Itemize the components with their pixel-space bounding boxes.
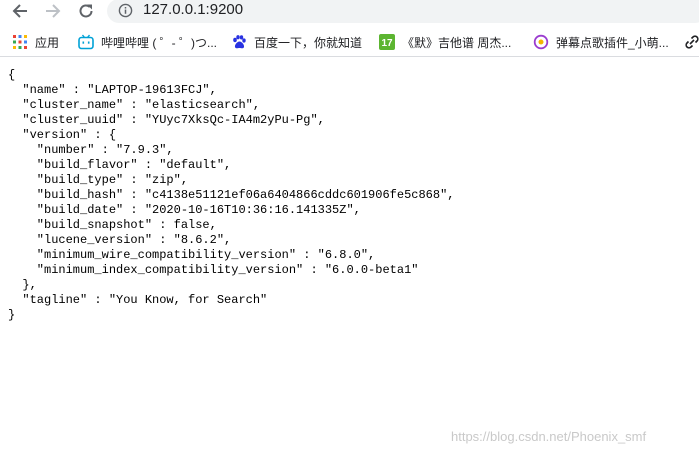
json-line: "minimum_wire_compatibility_version" : "… (8, 248, 376, 262)
json-response: { "name" : "LAPTOP-19613FCJ", "cluster_n… (8, 68, 454, 323)
forward-button[interactable] (40, 0, 66, 22)
json-line: { (8, 68, 16, 82)
back-button[interactable] (7, 0, 33, 22)
svg-text:17: 17 (381, 38, 393, 49)
bookmark-label: 弹幕点歌插件_小萌... (556, 35, 669, 50)
arrow-left-icon (12, 4, 27, 18)
bookmark-apps[interactable]: 应用 (12, 32, 59, 52)
json-line: "build_flavor" : "default", (8, 158, 232, 172)
info-icon[interactable] (118, 3, 133, 18)
json-line: "tagline" : "You Know, for Search" (8, 293, 268, 307)
bookmark-danmu-plugin[interactable]: 弹幕点歌插件_小萌... (533, 32, 669, 52)
address-bar[interactable]: 127.0.0.1:9200 (107, 0, 699, 23)
json-line: "build_snapshot" : false, (8, 218, 217, 232)
bookmark-label: 应用 (35, 35, 60, 50)
json-line: "cluster_uuid" : "YUyc7XksQc-IA4m2yPu-Pg… (8, 113, 325, 127)
bilibili-icon (78, 34, 94, 50)
arrow-right-icon (46, 4, 61, 18)
site-17-icon: 17 (379, 34, 395, 50)
link-icon (684, 34, 699, 50)
json-line: }, (8, 278, 37, 292)
url-text[interactable]: 127.0.0.1:9200 (143, 0, 243, 20)
json-line: "version" : { (8, 128, 117, 142)
json-line: "name" : "LAPTOP-19613FCJ", (8, 83, 217, 97)
json-line: "lucene_version" : "8.6.2", (8, 233, 232, 247)
json-line: "build_date" : "2020-10-16T10:36:16.1413… (8, 203, 361, 217)
bookmark-label: 百度一下，你就知道 (254, 35, 363, 50)
bookmark-label: 《默》吉他谱 周杰... (402, 35, 512, 50)
baidu-paw-icon (231, 34, 247, 50)
browser-toolbar: 127.0.0.1:9200 (0, 0, 699, 25)
json-line: "number" : "7.9.3", (8, 143, 174, 157)
reload-button[interactable] (73, 0, 99, 22)
watermark: https://blog.csdn.net/Phoenix_smf (451, 429, 647, 444)
bookmark-guitar-tab[interactable]: 17 《默》吉他谱 周杰... (379, 32, 511, 52)
bookmark-bilibili[interactable]: 哔哩哔哩 ( ゜- ゜)つ... (78, 32, 217, 52)
json-line: "minimum_index_compatibility_version" : … (8, 263, 419, 277)
json-line: } (8, 308, 16, 322)
bookmark-overflow[interactable] (684, 32, 699, 52)
bookmark-baidu[interactable]: 百度一下，你就知道 (231, 32, 362, 52)
json-line: "cluster_name" : "elasticsearch", (8, 98, 261, 112)
reload-icon (79, 4, 93, 18)
danmu-plugin-icon (533, 34, 549, 50)
json-line: "build_type" : "zip", (8, 173, 189, 187)
bookmarks-bar: 应用 哔哩哔哩 ( ゜- ゜)つ... 百度一下，你就知道 17 《默》吉他谱 … (0, 28, 699, 57)
bookmark-label: 哔哩哔哩 ( ゜- ゜)つ... (101, 35, 217, 50)
apps-grid-icon (12, 34, 28, 50)
json-line: "build_hash" : "c4138e51121ef06a6404866c… (8, 188, 455, 202)
